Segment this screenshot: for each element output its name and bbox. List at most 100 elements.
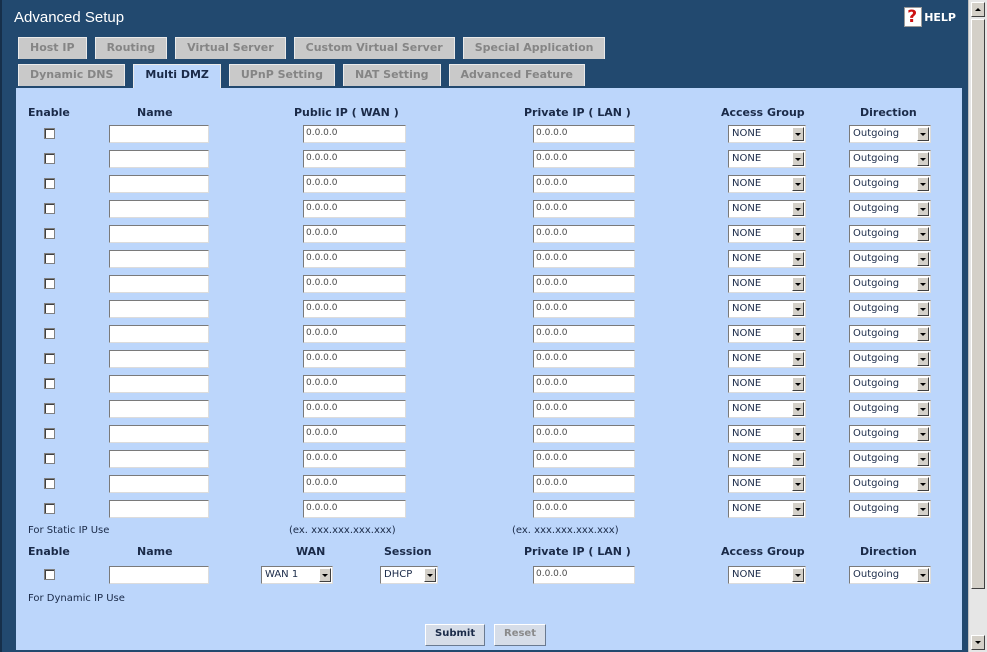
vertical-scrollbar[interactable] (968, 0, 987, 652)
direction-select[interactable]: Outgoing (849, 125, 931, 143)
public-ip-input[interactable]: 0.0.0.0 (303, 450, 406, 468)
enable-checkbox[interactable] (44, 403, 55, 414)
direction-select[interactable]: Outgoing (849, 350, 931, 368)
direction-select[interactable]: Outgoing (849, 200, 931, 218)
dyn-session-select[interactable]: DHCP (380, 566, 438, 584)
submit-button[interactable]: Submit (425, 624, 486, 646)
access-group-select[interactable]: NONE (728, 300, 806, 318)
private-ip-input[interactable]: 0.0.0.0 (533, 175, 635, 193)
direction-select[interactable]: Outgoing (849, 500, 931, 518)
scroll-down-icon[interactable] (971, 635, 985, 650)
enable-checkbox[interactable] (44, 278, 55, 289)
name-input[interactable] (109, 175, 209, 193)
reset-button[interactable]: Reset (494, 624, 546, 646)
private-ip-input[interactable]: 0.0.0.0 (533, 500, 635, 518)
enable-checkbox[interactable] (44, 303, 55, 314)
name-input[interactable] (109, 500, 209, 518)
access-group-select[interactable]: NONE (728, 500, 806, 518)
dyn-name-input[interactable] (109, 566, 209, 584)
direction-select[interactable]: Outgoing (849, 475, 931, 493)
access-group-select[interactable]: NONE (728, 250, 806, 268)
tab-routing[interactable]: Routing (94, 37, 168, 59)
enable-checkbox[interactable] (44, 128, 55, 139)
tab-multi-dmz[interactable]: Multi DMZ (133, 64, 221, 88)
tab-host-ip[interactable]: Host IP (18, 37, 87, 59)
public-ip-input[interactable]: 0.0.0.0 (303, 475, 406, 493)
enable-checkbox[interactable] (44, 378, 55, 389)
private-ip-input[interactable]: 0.0.0.0 (533, 350, 635, 368)
private-ip-input[interactable]: 0.0.0.0 (533, 125, 635, 143)
tab-custom-virtual-server[interactable]: Custom Virtual Server (293, 37, 455, 59)
public-ip-input[interactable]: 0.0.0.0 (303, 225, 406, 243)
direction-select[interactable]: Outgoing (849, 450, 931, 468)
access-group-select[interactable]: NONE (728, 200, 806, 218)
direction-select[interactable]: Outgoing (849, 225, 931, 243)
direction-select[interactable]: Outgoing (849, 250, 931, 268)
public-ip-input[interactable]: 0.0.0.0 (303, 175, 406, 193)
access-group-select[interactable]: NONE (728, 400, 806, 418)
name-input[interactable] (109, 200, 209, 218)
direction-select[interactable]: Outgoing (849, 425, 931, 443)
public-ip-input[interactable]: 0.0.0.0 (303, 200, 406, 218)
private-ip-input[interactable]: 0.0.0.0 (533, 225, 635, 243)
enable-checkbox[interactable] (44, 153, 55, 164)
access-group-select[interactable]: NONE (728, 125, 806, 143)
public-ip-input[interactable]: 0.0.0.0 (303, 150, 406, 168)
private-ip-input[interactable]: 0.0.0.0 (533, 475, 635, 493)
name-input[interactable] (109, 225, 209, 243)
access-group-select[interactable]: NONE (728, 150, 806, 168)
enable-checkbox[interactable] (44, 353, 55, 364)
tab-nat-setting[interactable]: NAT Setting (342, 64, 441, 86)
enable-checkbox[interactable] (44, 428, 55, 439)
enable-checkbox[interactable] (44, 178, 55, 189)
enable-checkbox[interactable] (44, 478, 55, 489)
enable-checkbox[interactable] (44, 203, 55, 214)
tab-virtual-server[interactable]: Virtual Server (175, 37, 286, 59)
public-ip-input[interactable]: 0.0.0.0 (303, 400, 406, 418)
private-ip-input[interactable]: 0.0.0.0 (533, 275, 635, 293)
name-input[interactable] (109, 275, 209, 293)
tab-dynamic-dns[interactable]: Dynamic DNS (18, 64, 126, 86)
private-ip-input[interactable]: 0.0.0.0 (533, 200, 635, 218)
dyn-wan-select[interactable]: WAN 1 (261, 566, 333, 584)
private-ip-input[interactable]: 0.0.0.0 (533, 425, 635, 443)
private-ip-input[interactable]: 0.0.0.0 (533, 250, 635, 268)
name-input[interactable] (109, 300, 209, 318)
access-group-select[interactable]: NONE (728, 225, 806, 243)
direction-select[interactable]: Outgoing (849, 275, 931, 293)
access-group-select[interactable]: NONE (728, 375, 806, 393)
name-input[interactable] (109, 125, 209, 143)
tab-special-application[interactable]: Special Application (462, 37, 606, 59)
tab-upnp-setting[interactable]: UPnP Setting (228, 64, 335, 86)
direction-select[interactable]: Outgoing (849, 175, 931, 193)
direction-select[interactable]: Outgoing (849, 300, 931, 318)
private-ip-input[interactable]: 0.0.0.0 (533, 375, 635, 393)
private-ip-input[interactable]: 0.0.0.0 (533, 300, 635, 318)
scroll-thumb[interactable] (971, 19, 985, 589)
public-ip-input[interactable]: 0.0.0.0 (303, 425, 406, 443)
public-ip-input[interactable]: 0.0.0.0 (303, 500, 406, 518)
private-ip-input[interactable]: 0.0.0.0 (533, 400, 635, 418)
name-input[interactable] (109, 475, 209, 493)
enable-checkbox[interactable] (44, 228, 55, 239)
direction-select[interactable]: Outgoing (849, 400, 931, 418)
private-ip-input[interactable]: 0.0.0.0 (533, 450, 635, 468)
access-group-select[interactable]: NONE (728, 475, 806, 493)
access-group-select[interactable]: NONE (728, 350, 806, 368)
tab-advanced-feature[interactable]: Advanced Feature (448, 64, 585, 86)
dyn-access-group-select[interactable]: NONE (728, 566, 806, 584)
public-ip-input[interactable]: 0.0.0.0 (303, 250, 406, 268)
public-ip-input[interactable]: 0.0.0.0 (303, 300, 406, 318)
name-input[interactable] (109, 375, 209, 393)
dyn-enable-checkbox[interactable] (44, 569, 55, 580)
name-input[interactable] (109, 325, 209, 343)
public-ip-input[interactable]: 0.0.0.0 (303, 275, 406, 293)
enable-checkbox[interactable] (44, 453, 55, 464)
name-input[interactable] (109, 400, 209, 418)
enable-checkbox[interactable] (44, 328, 55, 339)
help-button[interactable]: HELP (904, 6, 956, 28)
dyn-direction-select[interactable]: Outgoing (849, 566, 931, 584)
private-ip-input[interactable]: 0.0.0.0 (533, 150, 635, 168)
name-input[interactable] (109, 250, 209, 268)
public-ip-input[interactable]: 0.0.0.0 (303, 125, 406, 143)
